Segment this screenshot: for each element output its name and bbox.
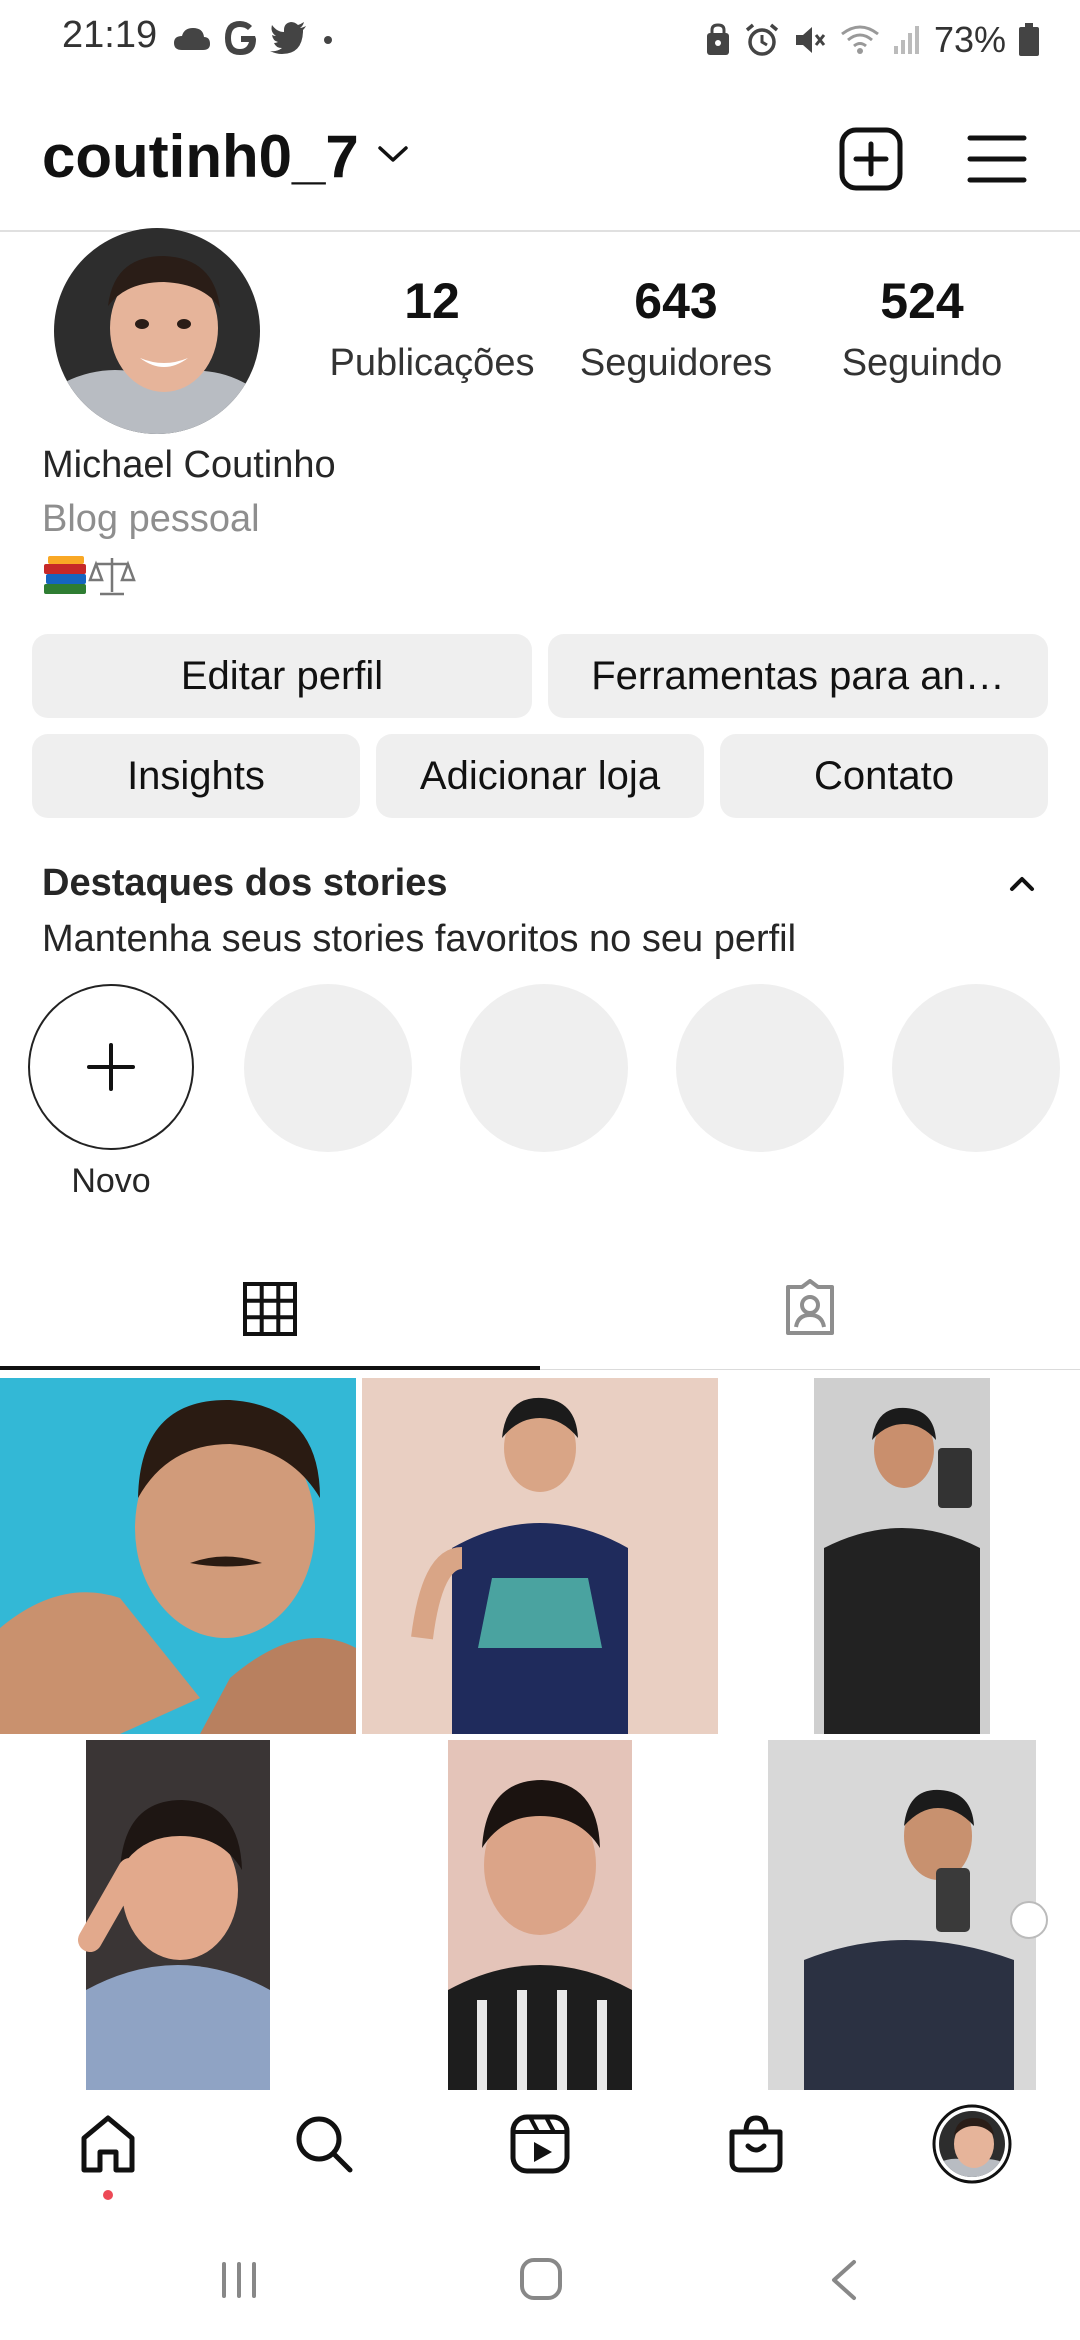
tab-grid-posts[interactable] xyxy=(0,1246,540,1372)
mute-icon xyxy=(795,27,826,53)
reels-icon xyxy=(510,2114,570,2174)
status-notification-icons xyxy=(172,16,338,60)
profile-header: coutinh0_7 xyxy=(0,100,1080,232)
bottom-navigation xyxy=(0,2090,1080,2210)
books-icon xyxy=(44,556,86,594)
security-icon xyxy=(706,23,729,55)
stat-posts-count: 12 xyxy=(404,273,460,329)
home-button[interactable] xyxy=(518,2256,564,2302)
profile-category: Blog pessoal xyxy=(42,498,260,540)
highlight-placeholder xyxy=(460,984,628,1152)
alarm-icon xyxy=(745,23,779,56)
post-thumbnail[interactable] xyxy=(0,1740,356,2090)
stat-posts[interactable]: 12 Publicações xyxy=(316,272,548,385)
chevron-down-icon[interactable] xyxy=(376,142,410,166)
contact-button[interactable]: Contato xyxy=(720,734,1048,818)
stat-following[interactable]: 524 Seguindo xyxy=(806,272,1038,385)
home-icon xyxy=(81,2115,135,2173)
post-thumbnail[interactable] xyxy=(0,1378,356,1734)
highlight-placeholder xyxy=(676,984,844,1152)
nav-profile[interactable] xyxy=(932,2104,1012,2184)
tagged-icon xyxy=(786,1279,834,1335)
dot-icon xyxy=(324,36,332,44)
add-shop-button[interactable]: Adicionar loja xyxy=(376,734,704,818)
post-thumbnail[interactable] xyxy=(362,1378,718,1734)
google-icon xyxy=(225,21,256,55)
chevron-up-icon[interactable] xyxy=(1006,868,1038,900)
stat-posts-label: Publicações xyxy=(329,342,535,384)
bio-emoji-row xyxy=(44,556,136,596)
stat-followers[interactable]: 643 Seguidores xyxy=(560,272,792,385)
plus-icon xyxy=(87,1043,135,1091)
tabs-divider xyxy=(540,1369,1080,1370)
balance-scale-icon xyxy=(88,558,136,596)
wifi-icon xyxy=(841,25,879,54)
highlights-subtitle: Mantenha seus stories favoritos no seu p… xyxy=(42,918,797,960)
grid-icon xyxy=(243,1282,297,1336)
professional-tools-button[interactable]: Ferramentas para an… xyxy=(548,634,1048,718)
menu-button[interactable] xyxy=(966,130,1028,188)
username-switcher[interactable]: coutinh0_7 xyxy=(42,122,359,191)
stat-followers-count: 643 xyxy=(634,273,718,329)
new-highlight-button[interactable] xyxy=(28,984,194,1150)
cloud-icon xyxy=(174,28,210,50)
profile-full-name: Michael Coutinho xyxy=(42,444,336,486)
status-bar: 21:19 73% xyxy=(0,0,1080,86)
add-post-button[interactable] xyxy=(838,126,904,192)
insights-button[interactable]: Insights xyxy=(32,734,360,818)
profile-avatar[interactable] xyxy=(54,228,260,434)
signal-icon xyxy=(893,26,919,54)
stat-followers-label: Seguidores xyxy=(579,342,773,384)
search-icon xyxy=(296,2116,353,2173)
post-thumbnail[interactable] xyxy=(724,1378,1080,1734)
status-time: 21:19 xyxy=(62,14,158,56)
battery-percent: 73% xyxy=(933,19,1006,60)
tab-tagged[interactable] xyxy=(540,1246,1080,1372)
shop-icon xyxy=(729,2115,783,2173)
nav-shop[interactable] xyxy=(716,2104,796,2184)
highlight-placeholder xyxy=(892,984,1060,1152)
highlights-title: Destaques dos stories xyxy=(42,862,448,904)
back-button[interactable] xyxy=(826,2258,862,2302)
active-tab-indicator xyxy=(0,1366,540,1370)
system-navigation-bar xyxy=(0,2210,1080,2340)
stat-following-count: 524 xyxy=(880,273,964,329)
recent-apps-button[interactable] xyxy=(216,2260,262,2300)
highlight-placeholder xyxy=(244,984,412,1152)
new-highlight-label: Novo xyxy=(71,1162,151,1200)
post-thumbnail[interactable] xyxy=(362,1740,718,2090)
post-thumbnail[interactable] xyxy=(724,1740,1080,2090)
edit-profile-button[interactable]: Editar perfil xyxy=(32,634,532,718)
battery-icon xyxy=(1019,23,1039,56)
profile-avatar xyxy=(932,2104,1012,2184)
stat-following-label: Seguindo xyxy=(841,342,1003,384)
twitter-icon xyxy=(270,22,306,54)
nav-reels[interactable] xyxy=(500,2104,580,2184)
nav-home[interactable] xyxy=(68,2104,148,2184)
status-system-icons: 73% xyxy=(704,16,1040,64)
notification-dot xyxy=(103,2190,113,2200)
nav-search[interactable] xyxy=(284,2104,364,2184)
